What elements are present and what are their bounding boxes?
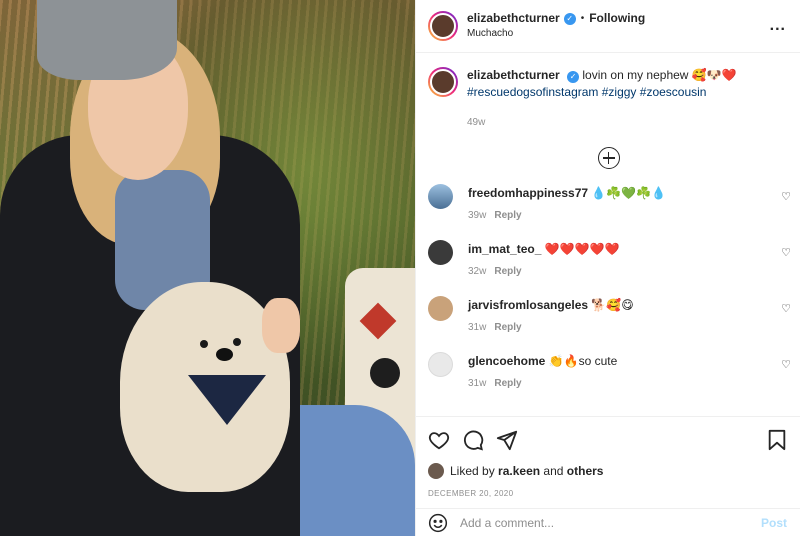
header-username[interactable]: elizabethcturner — [467, 11, 560, 26]
post-date[interactable]: DECEMBER 20, 2020 — [428, 489, 787, 498]
list-item: im_mat_teo_ ❤️❤️❤️❤️❤️ 32w Reply ♡ — [428, 240, 791, 290]
comment-username[interactable]: im_mat_teo_ — [468, 242, 541, 256]
photo-beanie — [37, 0, 177, 80]
post-photo[interactable] — [0, 0, 415, 536]
avatar[interactable] — [428, 11, 458, 41]
caption: elizabethcturner ✓ lovin on my nephew 🥰🐶… — [416, 53, 800, 131]
comment-avatar[interactable] — [428, 296, 453, 321]
comment-text: ❤️❤️❤️❤️❤️ — [544, 242, 620, 256]
add-comment-bar: Post — [416, 508, 800, 536]
bookmark-icon[interactable] — [767, 429, 787, 451]
header-subtitle[interactable]: Muchacho — [467, 26, 770, 41]
more-options-icon[interactable]: ... — [770, 17, 786, 35]
photo-hand — [262, 298, 300, 353]
heart-icon[interactable]: ♡ — [781, 190, 791, 203]
comment-avatar[interactable] — [428, 352, 453, 377]
comment-age: 39w — [468, 210, 487, 221]
liked-by-others[interactable]: others — [567, 464, 604, 478]
comment-age: 31w — [468, 378, 487, 389]
caption-avatar[interactable] — [428, 67, 458, 97]
post-header: elizabethcturner ✓ • Following Muchacho … — [416, 0, 800, 53]
comment-username[interactable]: glencoehome — [468, 354, 545, 368]
comment-avatar[interactable] — [428, 184, 453, 209]
share-send-icon[interactable] — [496, 429, 518, 451]
comment-text: 🐕🥰😋 — [591, 298, 634, 312]
comment-input[interactable] — [460, 515, 761, 530]
post-actions: Liked by ra.keen and others DECEMBER 20,… — [416, 416, 800, 508]
liked-by-user[interactable]: ra.keen — [498, 464, 540, 478]
photo-dog-nose — [216, 348, 233, 361]
comment-username[interactable]: freedomhappiness77 — [468, 186, 588, 200]
heart-icon[interactable]: ♡ — [781, 246, 791, 259]
comment-bubble-icon[interactable] — [462, 429, 484, 451]
verified-badge-icon: ✓ — [563, 12, 576, 25]
avatar[interactable] — [428, 463, 444, 479]
comment-text: 💧☘️💚☘️💧 — [591, 186, 667, 200]
verified-badge-icon: ✓ — [567, 71, 580, 83]
comment-age: 32w — [468, 266, 487, 277]
comment-username[interactable]: jarvisfromlosangeles — [468, 298, 588, 312]
emoji-smile-icon[interactable] — [428, 513, 448, 533]
list-item: freedomhappiness77 💧☘️💚☘️💧 39w Reply ♡ — [428, 184, 791, 234]
list-item: glencoehome 👏🔥so cute 31w Reply ♡ — [428, 352, 791, 402]
caption-hashtags[interactable]: #rescuedogsofinstagram #ziggy #zoescousi… — [467, 84, 737, 101]
heart-icon[interactable]: ♡ — [781, 302, 791, 315]
photo-dog-eye — [233, 338, 241, 346]
load-more-comments[interactable] — [416, 147, 800, 169]
comment-text: 👏🔥so cute — [548, 354, 618, 368]
liked-by-connector: and — [543, 464, 564, 478]
header-separator: • — [580, 13, 585, 24]
post-button[interactable]: Post — [761, 516, 787, 530]
photo-dog-eye — [200, 340, 208, 348]
comment-age: 31w — [468, 322, 487, 333]
list-item: jarvisfromlosangeles 🐕🥰😋 31w Reply ♡ — [428, 296, 791, 346]
liked-by: Liked by ra.keen and others — [428, 463, 787, 479]
caption-age: 49w — [467, 117, 486, 128]
plus-circle-icon[interactable] — [597, 147, 620, 169]
heart-icon[interactable]: ♡ — [781, 358, 791, 371]
reply-button[interactable]: Reply — [494, 322, 521, 333]
post-detail-panel: elizabethcturner ✓ • Following Muchacho … — [415, 0, 800, 536]
caption-text: lovin on my nephew 🥰🐶❤️ — [582, 68, 737, 82]
caption-username[interactable]: elizabethcturner — [467, 68, 560, 82]
like-heart-icon[interactable] — [428, 429, 450, 451]
reply-button[interactable]: Reply — [494, 266, 521, 277]
reply-button[interactable]: Reply — [494, 210, 521, 221]
reply-button[interactable]: Reply — [494, 378, 521, 389]
following-button[interactable]: Following — [589, 11, 645, 26]
comment-avatar[interactable] — [428, 240, 453, 265]
comments-list[interactable]: elizabethcturner ✓ lovin on my nephew 🥰🐶… — [416, 53, 800, 416]
liked-by-prefix: Liked by — [450, 464, 495, 478]
